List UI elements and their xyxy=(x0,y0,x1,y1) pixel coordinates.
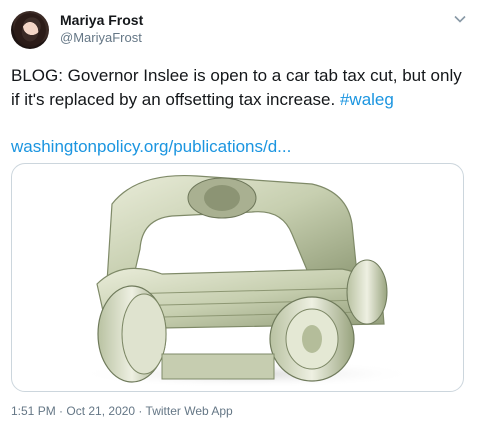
tweet-time[interactable]: 1:51 PM xyxy=(11,404,56,418)
tweet-media[interactable] xyxy=(11,163,464,392)
article-link[interactable]: washingtonpolicy.org/publications/d... xyxy=(11,136,291,158)
author-handle[interactable]: @MariyaFrost xyxy=(60,30,142,45)
tweet-meta: 1:51 PM · Oct 21, 2020 · Twitter Web App xyxy=(11,404,233,418)
avatar[interactable] xyxy=(11,11,49,49)
meta-separator: · xyxy=(55,404,67,418)
hashtag-link[interactable]: #waleg xyxy=(340,90,394,109)
meta-separator: · xyxy=(135,404,146,418)
tweet-body: BLOG: Governor Inslee is open to a car t… xyxy=(11,66,462,109)
money-car-image xyxy=(77,174,417,388)
tweet-date[interactable]: Oct 21, 2020 xyxy=(66,404,135,418)
chevron-down-icon[interactable] xyxy=(453,12,467,26)
tweet-source: Twitter Web App xyxy=(145,404,233,418)
tweet-card: Mariya Frost @MariyaFrost BLOG: Governor… xyxy=(0,0,477,437)
tweet-text: BLOG: Governor Inslee is open to a car t… xyxy=(11,64,471,112)
author-name[interactable]: Mariya Frost xyxy=(60,12,143,28)
